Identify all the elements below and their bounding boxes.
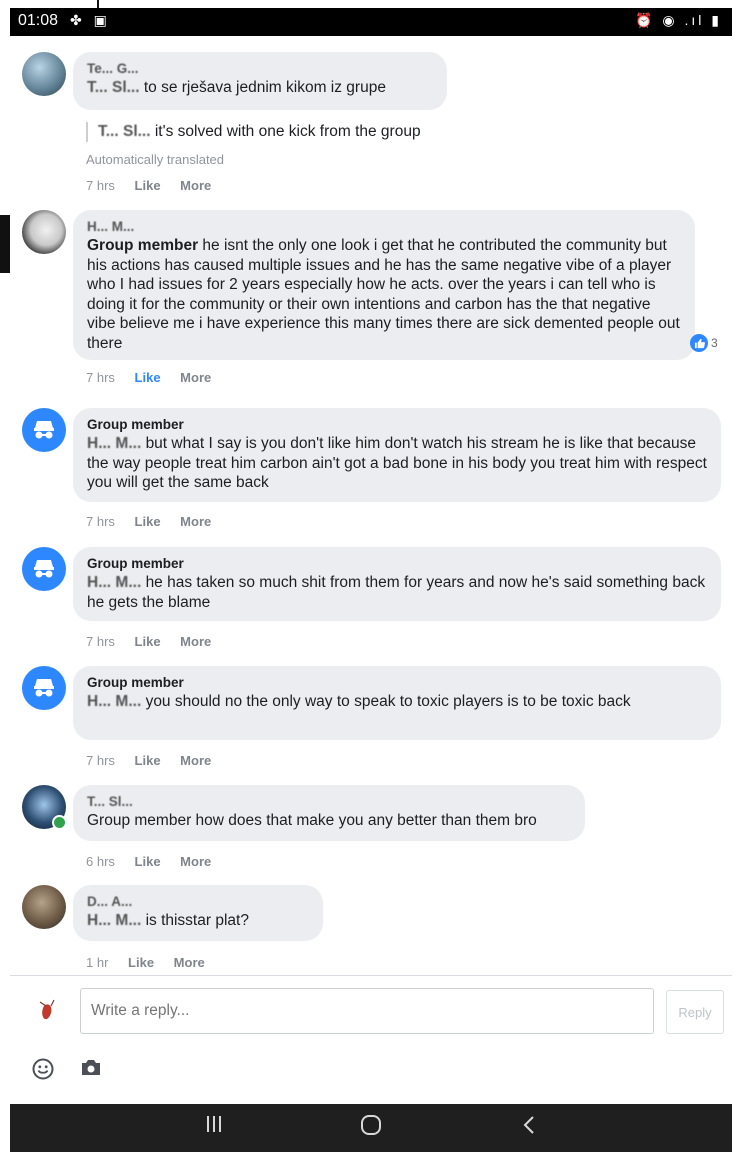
comment-body: H... M... he has taken so much shit from… [87, 573, 707, 612]
comment-text: he has taken so much shit from them for … [87, 574, 706, 611]
comment-body: H... M... but what I say is you don't li… [87, 434, 707, 493]
like-button[interactable]: Like [135, 370, 161, 385]
group-member-badge: Group member [87, 237, 199, 254]
comment-time: 7 hrs [86, 514, 115, 529]
comment-text: to se rješava jednim kikom iz grupe [143, 79, 386, 96]
comment-bubble: H... M... Group member he isnt the only … [73, 210, 695, 360]
comment-bubble: Group member H... M... he has taken so m… [73, 547, 721, 621]
avatar[interactable] [22, 885, 66, 929]
comment-actions: 7 hrs Like More [86, 178, 227, 193]
comment-text: he isnt the only one look i get that he … [87, 237, 680, 352]
reply-input[interactable] [80, 988, 654, 1034]
status-left-icons: ✤ ▣ [70, 12, 111, 28]
android-nav-bar [10, 1104, 732, 1152]
like-button[interactable]: Like [135, 634, 161, 649]
like-button[interactable]: Like [135, 514, 161, 529]
comment-author[interactable]: T... Sl... [87, 793, 571, 811]
like-button[interactable]: Like [135, 854, 161, 869]
more-button[interactable]: More [180, 854, 211, 869]
group-member-avatar [22, 408, 66, 452]
comment-text: but what I say is you don't like him don… [87, 435, 707, 491]
comment-author[interactable]: Group member [87, 555, 707, 573]
anonymous-member-icon [34, 421, 54, 439]
comment-author[interactable]: Te... G... [87, 60, 433, 78]
more-button[interactable]: More [174, 955, 205, 970]
comment-time: 7 hrs [86, 370, 115, 385]
recent-apps-icon[interactable] [204, 1114, 224, 1140]
mention[interactable]: H... M... [87, 912, 141, 929]
like-button[interactable]: Like [128, 955, 154, 970]
comment-actions: 7 hrs Like More [86, 634, 227, 649]
comment-bubble: Te... G... T... Sl... to se rješava jedn… [73, 52, 447, 110]
comment-actions: 7 hrs Like More [86, 370, 227, 385]
comment-actions: 1 hr Like More [86, 955, 221, 970]
group-member-avatar [22, 666, 66, 710]
comment-bubble: T... Sl... Group member how does that ma… [73, 785, 585, 841]
more-button[interactable]: More [180, 370, 211, 385]
online-status-dot [52, 815, 67, 830]
comment-body: Group member he isnt the only one look i… [87, 236, 681, 353]
camera-icon[interactable] [80, 1058, 102, 1083]
comment-text: you should no the only way to speak to t… [145, 693, 631, 710]
comment-time: 1 hr [86, 955, 109, 970]
group-member-avatar [22, 547, 66, 591]
translation-text: it's solved with one kick from the group [154, 123, 421, 140]
avatar[interactable] [22, 210, 66, 254]
like-button[interactable]: Like [135, 178, 161, 193]
mention[interactable]: T... Sl... [87, 79, 140, 96]
like-button[interactable]: Like [135, 753, 161, 768]
emoji-icon[interactable] [32, 1058, 54, 1085]
comment-author[interactable]: D... A... [87, 893, 309, 911]
comment-bubble: Group member H... M... but what I say is… [73, 408, 721, 502]
comment-body: Group member how does that make you any … [87, 811, 571, 831]
more-button[interactable]: More [180, 178, 211, 193]
comment-author[interactable]: Group member [87, 416, 707, 434]
comment-time: 7 hrs [86, 753, 115, 768]
translation: T... Sl... it's solved with one kick fro… [86, 122, 421, 142]
status-right-icons: ⏰ ◉ .ıl ▮ [635, 12, 722, 28]
translation-mention: T... Sl... [98, 123, 151, 140]
anonymous-member-icon [34, 679, 54, 697]
comment-time: 7 hrs [86, 634, 115, 649]
more-button[interactable]: More [180, 634, 211, 649]
phone-screen: 01:08 ✤ ▣ ⏰ ◉ .ıl ▮ Te... G... T... Sl..… [10, 8, 732, 1152]
anonymous-member-icon [34, 560, 54, 578]
comment-actions: 7 hrs Like More [86, 514, 227, 529]
page-edge-left [0, 215, 10, 273]
comment-bubble: D... A... H... M... is thisstar plat? [73, 885, 323, 941]
home-icon[interactable] [360, 1114, 382, 1142]
reply-button[interactable]: Reply [666, 990, 724, 1034]
mention[interactable]: H... M... [87, 435, 141, 452]
reaction-count: 3 [711, 336, 718, 350]
comment-actions: 7 hrs Like More [86, 753, 227, 768]
status-bar: 01:08 ✤ ▣ ⏰ ◉ .ıl ▮ [10, 8, 732, 36]
comment-body: H... M... is thisstar plat? [87, 911, 309, 931]
comment-actions: 6 hrs Like More [86, 854, 227, 869]
comment-body: T... Sl... to se rješava jednim kikom iz… [87, 78, 433, 98]
status-time: 01:08 [18, 12, 59, 29]
comment-text: is thisstar plat? [145, 912, 249, 929]
more-button[interactable]: More [180, 514, 211, 529]
more-button[interactable]: More [180, 753, 211, 768]
comment-text: Group member how does that make you any … [87, 812, 537, 829]
comment-time: 7 hrs [86, 178, 115, 193]
comment-author[interactable]: H... M... [87, 218, 681, 236]
comment-body: H... M... you should no the only way to … [87, 692, 707, 712]
composer-divider [10, 975, 732, 976]
thumbs-up-icon [690, 334, 708, 352]
comment-author[interactable]: Group member [87, 674, 707, 692]
mention[interactable]: H... M... [87, 574, 141, 591]
auto-translated-label[interactable]: Automatically translated [86, 152, 224, 167]
page-edge-top [97, 0, 99, 8]
comment-time: 6 hrs [86, 854, 115, 869]
reaction-summary[interactable]: 3 [690, 334, 718, 352]
current-user-avatar [36, 996, 62, 1026]
avatar[interactable] [22, 52, 66, 96]
mention[interactable]: H... M... [87, 693, 141, 710]
back-icon[interactable] [522, 1114, 536, 1142]
comment-bubble: Group member H... M... you should no the… [73, 666, 721, 740]
